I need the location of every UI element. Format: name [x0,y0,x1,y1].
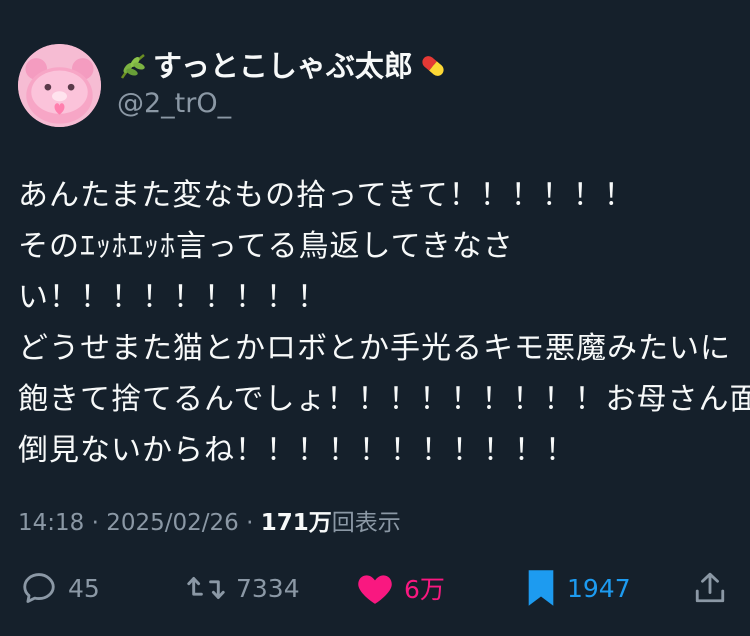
avatar[interactable] [18,44,101,127]
tweet-text: あんたまた変なもの拾ってきて！！！！！！ そのｴｯﾎｴｯﾎ言ってる鳥返してきなさ… [18,170,750,476]
author-handle[interactable]: @2_trO_ [117,86,231,122]
like-button[interactable]: 6万 [356,566,445,610]
retweet-button[interactable]: 7334 [186,566,300,610]
reply-button[interactable]: 45 [20,566,100,610]
bookmark-count: 1947 [567,573,631,603]
retweet-icon [187,577,225,599]
views-label[interactable]: 回表示 [332,510,401,536]
bookmark-icon [528,570,554,606]
tweet-date[interactable]: 2025/02/26 [106,510,239,536]
share-icon [695,572,725,603]
tweet-line: そのｴｯﾎｴｯﾎ言ってる鳥返してきなさ [18,229,514,264]
meta-separator: · [84,510,107,536]
tweet-line: 倒見ないからね！！！！！！！！！！！ [18,433,576,468]
pill-emoji-icon [417,50,449,82]
views-count[interactable]: 171万 [261,510,332,536]
like-count: 6万 [404,575,445,604]
tweet-actions-bar: 45 7334 6万 1947 [0,566,750,610]
reply-icon [23,573,55,603]
tweet-line: どうせまた猫とかロボとか手光るキモ悪魔みたいに [18,331,731,366]
tweet-line: あんたまた変なもの拾ってきて！！！！！！ [18,178,635,213]
author-name-row[interactable]: すっとこしゃぶ太郎 [117,46,449,86]
pink-bear-avatar-image [18,44,101,127]
heart-icon [358,575,392,604]
bookmark-button[interactable]: 1947 [525,566,631,610]
tweet-time[interactable]: 14:18 [18,510,84,536]
display-name: すっとこしゃぶ太郎 [153,49,413,83]
meta-separator: · [238,510,261,536]
tweet-line: 飽きて捨てるんでしょ！！！！！！！！！お母さん面 [18,382,750,417]
leaf-emoji-icon [117,50,149,82]
retweet-count: 7334 [236,573,300,603]
reply-count: 45 [68,573,100,603]
share-button[interactable] [692,566,728,610]
tweet-line: い！！！！！！！！！ [18,280,328,315]
tweet-meta: 14:18 · 2025/02/26 · 171万回表示 [18,506,401,540]
